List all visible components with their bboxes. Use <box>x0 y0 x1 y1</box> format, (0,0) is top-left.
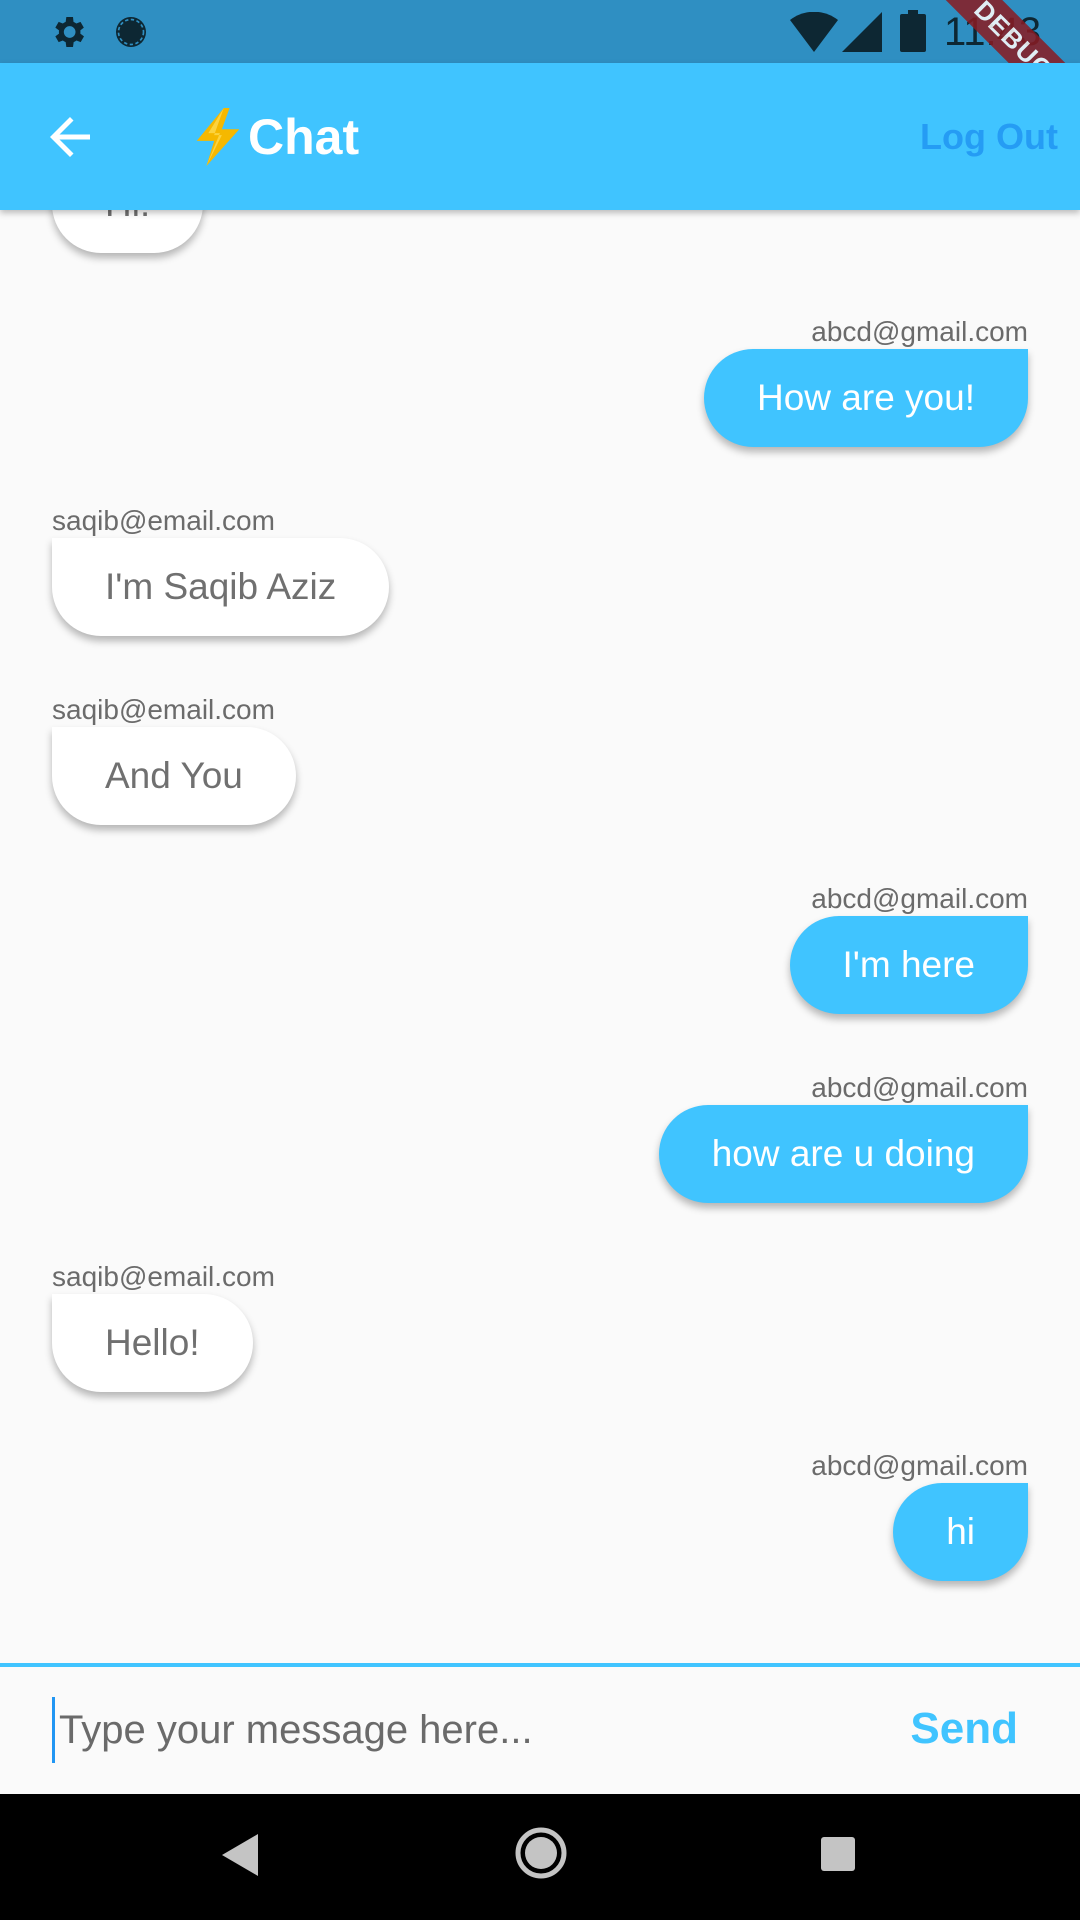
nav-home-icon[interactable] <box>515 1827 567 1879</box>
message-item: abcd@gmail.com How are you! <box>704 315 1028 447</box>
send-button[interactable]: Send <box>910 1697 1018 1761</box>
title-text: Chat <box>248 109 360 165</box>
sender-email: abcd@gmail.com <box>811 1072 1028 1103</box>
message-item: saqib@email.com And You <box>52 693 296 825</box>
message-item: abcd@gmail.com how are u doing <box>658 1071 1028 1203</box>
arrow-back-icon[interactable] <box>40 107 100 167</box>
sender-email: abcd@gmail.com <box>811 316 1028 347</box>
message-item: saqib@email.com I'm Saqib Aziz <box>52 504 390 636</box>
message-item: abcd@gmail.com hi <box>811 1449 1028 1581</box>
sender-email: saqib@email.com <box>52 505 275 536</box>
message-bubble: I'm Saqib Aziz <box>52 538 390 636</box>
message-list[interactable]: Hi! abcd@gmail.com How are you! saqib@em… <box>0 210 1080 1665</box>
battery-icon <box>900 10 926 52</box>
message-bubble: hi <box>893 1483 1028 1581</box>
sender-email: abcd@gmail.com <box>811 883 1028 914</box>
message-item: abcd@gmail.com I'm here <box>789 882 1028 1014</box>
message-item: Hi! <box>52 210 204 253</box>
cellular-signal-icon <box>842 12 882 52</box>
sync-icon <box>116 17 146 47</box>
message-input[interactable] <box>52 1697 841 1763</box>
lightning-bolt-icon <box>196 108 240 166</box>
app-bar: Chat Log Out <box>0 63 1080 210</box>
message-bubble: I'm here <box>789 916 1028 1014</box>
settings-gear-icon <box>55 17 84 47</box>
sender-email: abcd@gmail.com <box>811 1450 1028 1481</box>
message-item: saqib@email.com Hello! <box>52 1260 275 1392</box>
wifi-icon <box>790 12 838 52</box>
sender-email: saqib@email.com <box>52 1261 275 1292</box>
logout-button[interactable]: Log Out <box>920 107 1058 167</box>
message-bubble: And You <box>52 727 296 825</box>
message-composer: Send <box>0 1663 1080 1794</box>
message-bubble: How are you! <box>704 349 1028 447</box>
sender-email: saqib@email.com <box>52 694 275 725</box>
message-bubble: how are u doing <box>658 1105 1028 1203</box>
nav-recents-icon[interactable] <box>821 1837 855 1871</box>
message-bubble: Hi! <box>52 210 204 253</box>
message-bubble: Hello! <box>52 1294 253 1392</box>
nav-back-icon[interactable] <box>222 1834 258 1876</box>
page-title: Chat <box>192 107 359 167</box>
system-nav-bar <box>0 1794 1080 1920</box>
status-bar: 11:43 DEBUG <box>0 0 1080 63</box>
